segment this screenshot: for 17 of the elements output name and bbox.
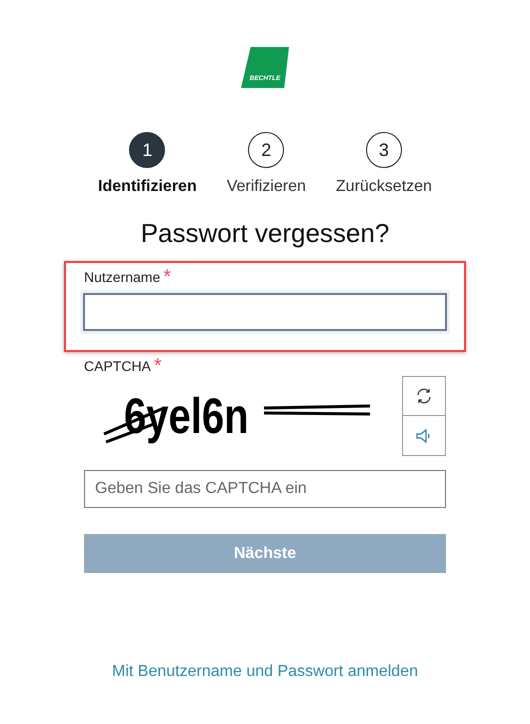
audio-button[interactable] [402, 416, 446, 456]
required-mark: * [163, 270, 172, 284]
username-field[interactable] [83, 293, 447, 331]
step-label: Identifizieren [98, 178, 197, 196]
refresh-button[interactable] [402, 376, 446, 416]
step-label: Zurücksetzen [336, 178, 432, 196]
refresh-icon [415, 387, 433, 405]
login-link[interactable]: Mit Benutzername und Passwort anmelden [112, 663, 418, 681]
step-number: 2 [248, 132, 284, 168]
step-label: Verifizieren [226, 178, 306, 196]
page-title: Passwort vergessen? [140, 218, 390, 249]
step-number: 3 [366, 132, 402, 168]
required-mark: * [154, 359, 162, 373]
field-label: Nutzername [84, 269, 160, 285]
captcha-field[interactable]: Geben Sie das CAPTCHA ein [84, 470, 446, 508]
step-number: 1 [129, 132, 166, 168]
field-label: CAPTCHA [84, 358, 151, 374]
